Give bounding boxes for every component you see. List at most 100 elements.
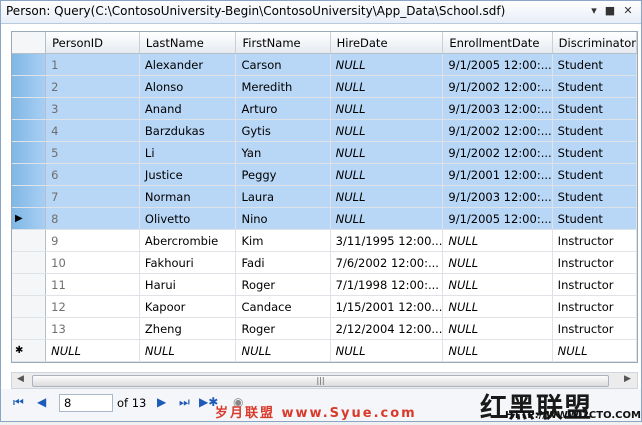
cell-enroll[interactable]: NULL bbox=[442, 251, 553, 274]
current-position-input[interactable]: 8 bbox=[59, 394, 113, 412]
cell-last[interactable]: Justice bbox=[139, 163, 237, 186]
close-icon[interactable]: ✕ bbox=[621, 4, 635, 18]
cell-first[interactable]: Meredith bbox=[235, 75, 331, 98]
table-row[interactable]: 2 Alonso Meredith NULL 9/1/2002 12:00:... Stu… bbox=[12, 75, 637, 98]
row-header[interactable]: ✱ bbox=[12, 339, 47, 362]
cell-enroll[interactable]: 9/1/2002 12:00:... bbox=[442, 75, 553, 98]
cell-hire[interactable]: NULL bbox=[330, 119, 444, 142]
cell-hire[interactable]: 3/11/1995 12:00... bbox=[330, 229, 444, 252]
cell-disc[interactable]: Student bbox=[552, 141, 637, 164]
cell-id[interactable]: 12 bbox=[45, 295, 140, 318]
next-record-icon[interactable]: ▶ bbox=[157, 395, 166, 409]
last-record-icon[interactable]: ⏭ bbox=[179, 395, 190, 410]
cell-id[interactable]: 9 bbox=[45, 229, 140, 252]
cell-first[interactable]: Carson bbox=[235, 53, 331, 76]
previous-record-icon[interactable]: ◀ bbox=[37, 395, 46, 409]
cell-last[interactable]: NULL bbox=[139, 339, 237, 362]
cell-enroll[interactable]: NULL bbox=[442, 295, 553, 318]
cell-hire[interactable]: 1/15/2001 12:00... bbox=[330, 295, 444, 318]
cell-first[interactable]: NULL bbox=[235, 339, 331, 362]
cell-enroll[interactable]: 9/1/2002 12:00:... bbox=[442, 141, 553, 164]
cell-first[interactable]: Roger bbox=[235, 317, 331, 340]
cell-disc[interactable]: Student bbox=[552, 119, 637, 142]
row-header[interactable]: ▶ bbox=[12, 207, 47, 230]
row-header[interactable] bbox=[12, 53, 47, 76]
cell-last[interactable]: Kapoor bbox=[139, 295, 237, 318]
table-row[interactable]: 10 Fakhouri Fadi 7/6/2002 12:00:... NULL Inst… bbox=[12, 251, 637, 274]
cell-disc[interactable]: Student bbox=[552, 185, 637, 208]
row-header[interactable] bbox=[12, 273, 47, 296]
table-row[interactable]: 6 Justice Peggy NULL 9/1/2001 12:00:... Stude… bbox=[12, 163, 637, 186]
table-row[interactable]: 4 Barzdukas Gytis NULL 9/1/2002 12:00:... Stu… bbox=[12, 119, 637, 142]
cell-last[interactable]: Alonso bbox=[139, 75, 237, 98]
cell-id[interactable]: 10 bbox=[45, 251, 140, 274]
row-header[interactable] bbox=[12, 251, 47, 274]
cell-hire[interactable]: NULL bbox=[330, 75, 444, 98]
cell-id[interactable]: 7 bbox=[45, 185, 140, 208]
cell-enroll[interactable]: 9/1/2003 12:00:... bbox=[442, 185, 553, 208]
cell-first[interactable]: Fadi bbox=[235, 251, 331, 274]
cell-enroll[interactable]: NULL bbox=[442, 339, 553, 362]
row-header[interactable] bbox=[12, 163, 47, 186]
row-header[interactable] bbox=[12, 229, 47, 252]
table-row[interactable]: 3 Anand Arturo NULL 9/1/2003 12:00:... Studen… bbox=[12, 97, 637, 120]
cell-hire[interactable]: NULL bbox=[330, 207, 444, 230]
cell-hire[interactable]: NULL bbox=[330, 185, 444, 208]
cell-disc[interactable]: Student bbox=[552, 163, 637, 186]
row-header[interactable] bbox=[12, 317, 47, 340]
cell-last[interactable]: Olivetto bbox=[139, 207, 237, 230]
cell-enroll[interactable]: 9/1/2005 12:00:... bbox=[442, 53, 553, 76]
row-header[interactable] bbox=[12, 97, 47, 120]
cell-disc[interactable]: Instructor bbox=[552, 317, 637, 340]
first-record-icon[interactable]: ⏮ bbox=[13, 395, 24, 410]
table-row[interactable]: 5 Li Yan NULL 9/1/2002 12:00:... Student bbox=[12, 141, 637, 164]
row-header[interactable] bbox=[12, 185, 47, 208]
column-header-discriminator[interactable]: Discriminator bbox=[552, 32, 637, 54]
cell-first[interactable]: Roger bbox=[235, 273, 331, 296]
column-header-personid[interactable]: PersonID bbox=[45, 32, 140, 54]
cell-hire[interactable]: NULL bbox=[330, 339, 444, 362]
cell-enroll[interactable]: 9/1/2005 12:00:... bbox=[442, 207, 553, 230]
scroll-right-icon[interactable]: ▶ bbox=[624, 374, 631, 384]
table-row[interactable]: 1 Alexander Carson NULL 9/1/2005 12:00:... St… bbox=[12, 53, 637, 76]
cell-disc[interactable]: Instructor bbox=[552, 295, 637, 318]
cell-hire[interactable]: NULL bbox=[330, 97, 444, 120]
cell-hire[interactable]: 2/12/2004 12:00... bbox=[330, 317, 444, 340]
cell-id[interactable]: NULL bbox=[45, 339, 140, 362]
cell-enroll[interactable]: NULL bbox=[442, 229, 553, 252]
cell-enroll[interactable]: NULL bbox=[442, 317, 553, 340]
column-header-firstname[interactable]: FirstName bbox=[235, 32, 331, 54]
cell-last[interactable]: Li bbox=[139, 141, 237, 164]
row-header[interactable] bbox=[12, 141, 47, 164]
cell-id[interactable]: 3 bbox=[45, 97, 140, 120]
cell-first[interactable]: Yan bbox=[235, 141, 331, 164]
cell-hire[interactable]: 7/1/1998 12:00:... bbox=[330, 273, 444, 296]
cell-id[interactable]: 8 bbox=[45, 207, 140, 230]
cell-last[interactable]: Abercrombie bbox=[139, 229, 237, 252]
cell-first[interactable]: Gytis bbox=[235, 119, 331, 142]
table-row[interactable]: 13 Zheng Roger 2/12/2004 12:00... NULL Instru… bbox=[12, 317, 637, 340]
cell-disc[interactable]: Student bbox=[552, 207, 637, 230]
cell-hire[interactable]: NULL bbox=[330, 141, 444, 164]
cell-hire[interactable]: NULL bbox=[330, 163, 444, 186]
cell-enroll[interactable]: 9/1/2002 12:00:... bbox=[442, 119, 553, 142]
scroll-left-icon[interactable]: ◀ bbox=[17, 374, 24, 384]
cell-last[interactable]: Harui bbox=[139, 273, 237, 296]
new-row[interactable]: ✱ NULL NULL NULL NULL NULL NULL bbox=[12, 339, 637, 362]
cell-first[interactable]: Candace bbox=[235, 295, 331, 318]
row-header[interactable] bbox=[12, 119, 47, 142]
cell-hire[interactable]: NULL bbox=[330, 53, 444, 76]
window-menu-dropdown-icon[interactable]: ▾ bbox=[587, 4, 601, 18]
table-row[interactable]: 12 Kapoor Candace 1/15/2001 12:00... NULL Ins… bbox=[12, 295, 637, 318]
cell-last[interactable]: Anand bbox=[139, 97, 237, 120]
table-row[interactable]: ▶ 8 Olivetto Nino NULL 9/1/2005 12:00:... Stud… bbox=[12, 207, 637, 230]
cell-first[interactable]: Peggy bbox=[235, 163, 331, 186]
cell-first[interactable]: Nino bbox=[235, 207, 331, 230]
row-header[interactable] bbox=[12, 75, 47, 98]
cell-disc[interactable]: Student bbox=[552, 75, 637, 98]
cell-disc[interactable]: Student bbox=[552, 53, 637, 76]
results-grid[interactable]: PersonID LastName FirstName HireDate Enr… bbox=[11, 31, 638, 363]
cell-id[interactable]: 6 bbox=[45, 163, 140, 186]
cell-last[interactable]: Zheng bbox=[139, 317, 237, 340]
cell-id[interactable]: 4 bbox=[45, 119, 140, 142]
